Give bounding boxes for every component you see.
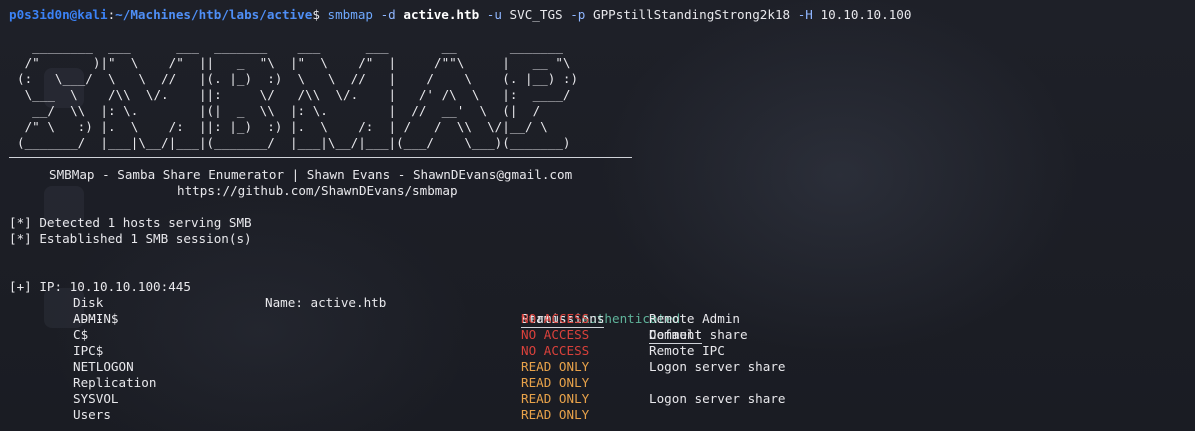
share-name: IPC$ xyxy=(73,343,104,358)
tagline: SMBMap - Samba Share Enumerator | Shawn … xyxy=(49,167,573,182)
share-permission: READ ONLY xyxy=(521,407,590,422)
share-permission: READ ONLY xyxy=(521,375,590,390)
table-row: NETLOGON READ ONLY Logon server share xyxy=(9,359,1195,375)
share-name: Replication xyxy=(73,375,157,390)
share-name: NETLOGON xyxy=(73,359,134,374)
table-header-underline: ---- xyxy=(73,311,104,326)
share-comment: Default share xyxy=(649,327,748,342)
ascii-banner-line: /" )|" \ /" || _ "\ |" \ /" | /""\ | __ … xyxy=(17,55,571,70)
share-permission: READ ONLY xyxy=(521,359,590,374)
table-row: SYSVOL READ ONLY Logon server share xyxy=(9,391,1195,407)
table-row: Users READ ONLY xyxy=(9,407,1195,423)
prompt-path: ~/Machines/htb/labs/active xyxy=(115,7,313,22)
prompt-line: p0s3id0n@kali:~/Machines/htb/labs/active… xyxy=(9,7,912,22)
table-row: Replication READ ONLY xyxy=(9,375,1195,391)
ascii-banner-line: (: \___/ \ \ // |(. |_) :) \ \ // | / \ … xyxy=(17,71,579,86)
share-comment: Remote Admin xyxy=(649,311,740,326)
prompt-user: p0s3id0n@kali xyxy=(9,7,108,22)
table-header: Disk Permissions Comment xyxy=(73,295,703,344)
share-name: Users xyxy=(73,407,111,422)
project-url: https://github.com/ShawnDEvans/smbmap xyxy=(177,183,458,198)
ascii-banner-line: \___ \ /\\ \/. ||: \/ /\\ \/. | /' /\ \ … xyxy=(17,87,571,102)
share-comment: Logon server share xyxy=(649,359,786,374)
share-comment: Logon server share xyxy=(649,391,786,406)
share-permission: READ ONLY xyxy=(521,391,590,406)
share-permission: NO ACCESS xyxy=(521,327,590,342)
ascii-banner-line: __/ \\ |: \. |(| _ \\ |: \. | // __' \ (… xyxy=(17,103,541,118)
share-name: SYSVOL xyxy=(73,391,119,406)
share-permission: NO ACCESS xyxy=(521,343,590,358)
ascii-banner-line: (_______/ |___|\__/|___|(_______/ |___|\… xyxy=(17,135,571,150)
share-table: ADMIN$ NO ACCESS Remote Admin C$ NO ACCESS De… xyxy=(9,311,1195,423)
ascii-banner-line: ________ ___ ___ _______ ___ ___ __ ____… xyxy=(17,39,563,54)
share-name: C$ xyxy=(73,327,89,342)
result-line: [+] IP: 10.10.10.100:445 Name: active.ht… xyxy=(9,279,681,326)
command-name: smbmap xyxy=(327,7,374,22)
ascii-banner-line: /" \ :) |. \ /: ||: |_) :) |. \ /: | / /… xyxy=(17,119,548,134)
ascii-banner: ________ ___ ___ _______ ___ ___ __ ____… xyxy=(9,39,1195,151)
share-name: ADMIN$ xyxy=(73,311,119,326)
banner-divider xyxy=(9,157,632,158)
share-comment: Remote IPC xyxy=(649,343,725,358)
share-permission: NO ACCESS xyxy=(521,311,590,326)
info-line: [*] Detected 1 hosts serving SMB xyxy=(9,215,252,230)
table-row: IPC$ NO ACCESS Remote IPC xyxy=(9,343,1195,359)
terminal-output[interactable]: p0s3id0n@kali:~/Machines/htb/labs/active… xyxy=(9,7,1195,431)
table-row: C$ NO ACCESS Default share xyxy=(9,327,1195,343)
table-row: ADMIN$ NO ACCESS Remote Admin xyxy=(9,311,1195,327)
info-line: [*] Established 1 SMB session(s) xyxy=(9,231,252,246)
